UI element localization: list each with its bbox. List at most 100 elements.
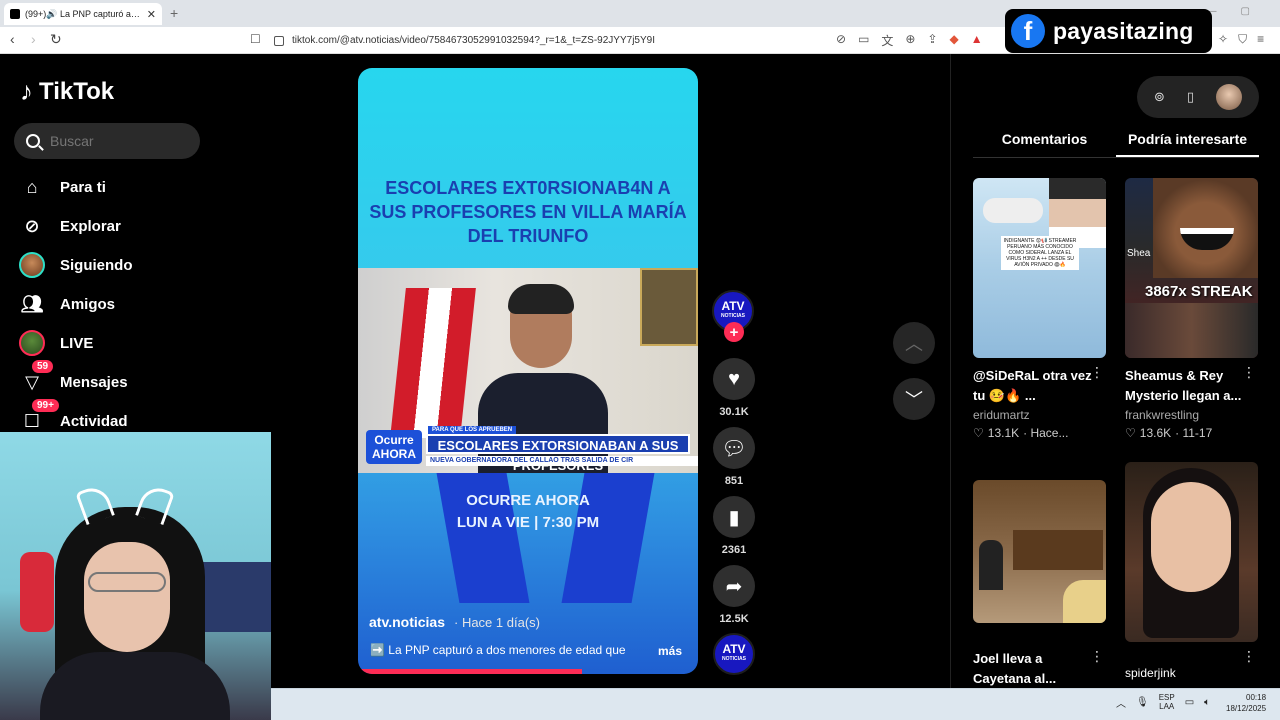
thumb-crowd [1125,303,1258,358]
like-action[interactable]: ♥ 30.1K [712,358,756,418]
zoom-icon[interactable]: ⊕ [905,32,915,49]
device-icon[interactable]: ▯ [1187,89,1194,105]
sidebar-item-live[interactable]: LIVE [18,328,93,358]
search-input[interactable] [50,133,180,149]
search-icon [26,134,40,148]
card-author[interactable]: frankwrestling [1125,408,1258,422]
video-thumbnail[interactable]: Shea 3867x STREAK [1125,178,1258,358]
sidebar-item-para-ti[interactable]: ⌂ Para ti [18,172,106,202]
search-box[interactable] [14,123,200,159]
home-icon: ⌂ [26,176,38,197]
video-progress-bar[interactable] [358,669,583,674]
friends-icon: 👥︎ [20,293,44,314]
microphone-icon[interactable]: 🎙︎ [1136,697,1149,708]
video-show-schedule: LUN A VIE | 7:30 PM [456,514,600,531]
webcam-face [84,542,170,652]
sidebar-item-amigos[interactable]: 👥︎ Amigos [18,289,115,319]
police-crest [640,268,698,346]
brave-shield-icon[interactable]: ◆ [950,32,959,49]
card-author[interactable]: spiderjink [1125,666,1258,680]
browser-tab[interactable]: (99+)🔊 La PNP capturó a do ✕ [4,3,162,25]
ai-icon[interactable]: ✧ [1218,32,1228,47]
chevron-down-icon: ﹀ [905,390,923,410]
video-thumbnail[interactable]: INDIGNANTE 😡📢 STREAMER PERUANO MÁS CONOC… [973,178,1106,358]
channel-logo-sub: NOTICIAS [721,313,745,319]
language-indicator[interactable]: ESP LAA [1159,693,1175,711]
tab-close-icon[interactable]: ✕ [147,8,156,21]
thumb-face [1151,482,1231,592]
new-tab-button[interactable]: + [170,5,178,21]
bookmark-icon[interactable]: ▮ [713,496,755,538]
video-posted-time: · Hace 1 día(s) [454,615,540,630]
card-meta: ♡ 13.1K · Hace... [973,426,1106,440]
previous-video-button[interactable]: ︿ [893,322,935,364]
thumb-caption: INDIGNANTE 😡📢 STREAMER PERUANO MÁS CONOC… [1001,236,1079,270]
site-info-icon[interactable] [274,35,284,46]
comment-icon[interactable]: 💬︎ [713,427,755,469]
thumb-streak-text: 3867x STREAK [1145,283,1253,300]
suggested-video-card[interactable]: Joel lleva a Cayetana al... ⋮ [973,480,1106,689]
tiktok-note-icon: ♪ [20,76,33,106]
suggested-video-card[interactable]: Shea 3867x STREAK Sheamus & Rey Mysterio… [1125,178,1258,440]
network-icon[interactable]: ▭ [1185,697,1194,708]
panel-tabs: Comentarios Podría interesarte [973,128,1259,158]
rewards-icon[interactable]: ▲ [971,32,983,49]
menu-icon[interactable]: ≡ [1257,32,1264,47]
profile-avatar[interactable] [1215,84,1242,110]
maximize-icon[interactable]: ▢ [1241,6,1250,17]
tray-chevron-icon[interactable]: ︿ [1116,695,1126,710]
next-video-button[interactable]: ﹀ [893,378,935,420]
suggested-video-card[interactable]: INDIGNANTE 😡📢 STREAMER PERUANO MÁS CONOC… [973,178,1106,440]
coins-icon[interactable]: ⊚ [1154,89,1165,105]
suggested-video-card[interactable]: ⋮ spiderjink [1125,462,1258,680]
video-author[interactable]: atv.noticias [369,614,445,630]
card-title: @SiDeRaL otra vez tu 🤒🔥 ... [973,368,1092,403]
caption-more-button[interactable]: más [658,644,682,658]
more-options-icon[interactable]: ⋮ [1242,364,1256,381]
extension-icons: ✧ ⛉ ≡ [1218,32,1264,47]
card-likes: 13.6K [1139,426,1172,440]
live-avatar [19,330,45,356]
follow-button[interactable]: + [724,322,744,342]
video-player[interactable]: ESCOLARES EXT0RSIONAB4N A SUS PROFESORES… [358,68,698,674]
subject-hair [508,284,574,314]
vpn-icon[interactable]: ⛉ [1238,32,1247,47]
music-disc-avatar[interactable]: ATV NOTICIAS [713,633,755,675]
logo-text: TikTok [39,77,115,105]
language-code: ESP [1158,693,1175,702]
taskbar-clock[interactable]: 00:18 18/12/2025 [1226,692,1266,714]
cast-icon[interactable]: ▭ [858,32,869,49]
save-action[interactable]: ▮ 2361 [712,496,756,556]
card-title: Sheamus & Rey Mysterio llegan a... [1125,368,1242,403]
share-arrow-icon[interactable]: ➦ [713,565,755,607]
no-tracking-icon[interactable]: ⊘ [836,32,846,49]
tiktok-logo[interactable]: ♪ TikTok [20,76,114,107]
share-icon[interactable]: ⇪ [927,32,937,49]
url-text: tiktok.com/@atv.noticias/video/758467305… [292,35,655,46]
reload-button[interactable]: ↻ [50,31,62,48]
facebook-icon: f [1011,14,1045,48]
forward-button[interactable]: › [31,31,36,47]
comment-action[interactable]: 💬︎ 851 [712,427,756,487]
card-meta: ♡ 13.6K · 11-17 [1125,426,1258,440]
more-options-icon[interactable]: ⋮ [1090,364,1104,381]
disc-logo-sub: NOTICIAS [722,656,746,662]
heart-icon[interactable]: ♥ [713,358,755,400]
sidebar-item-siguiendo[interactable]: Siguiendo [18,250,133,280]
back-button[interactable]: ‹ [10,31,15,47]
bookmark-icon[interactable]: ☐ [250,32,261,46]
more-options-icon[interactable]: ⋮ [1242,648,1256,665]
translate-icon[interactable]: 文 [881,32,893,49]
brand-line-1: Ocurre [374,433,414,447]
volume-icon[interactable]: 🔈︎ [1204,697,1210,708]
tab-podria-interesarte[interactable]: Podría interesarte [1116,128,1259,157]
sidebar-item-explorar[interactable]: ⊘ Explorar [18,211,120,241]
video-thumbnail[interactable] [1125,462,1258,642]
sidebar-item-mensajes[interactable]: ▽ 59 Mensajes [18,360,128,397]
tab-comentarios[interactable]: Comentarios [973,128,1116,157]
card-author[interactable]: eridumartz [973,408,1106,422]
share-action[interactable]: ➦ 12.5K [712,565,756,625]
system-tray: ︿ 🎙︎ ESP LAA ▭ 🔈︎ [1116,693,1210,711]
video-thumbnail[interactable] [973,480,1106,623]
more-options-icon[interactable]: ⋮ [1090,648,1104,665]
